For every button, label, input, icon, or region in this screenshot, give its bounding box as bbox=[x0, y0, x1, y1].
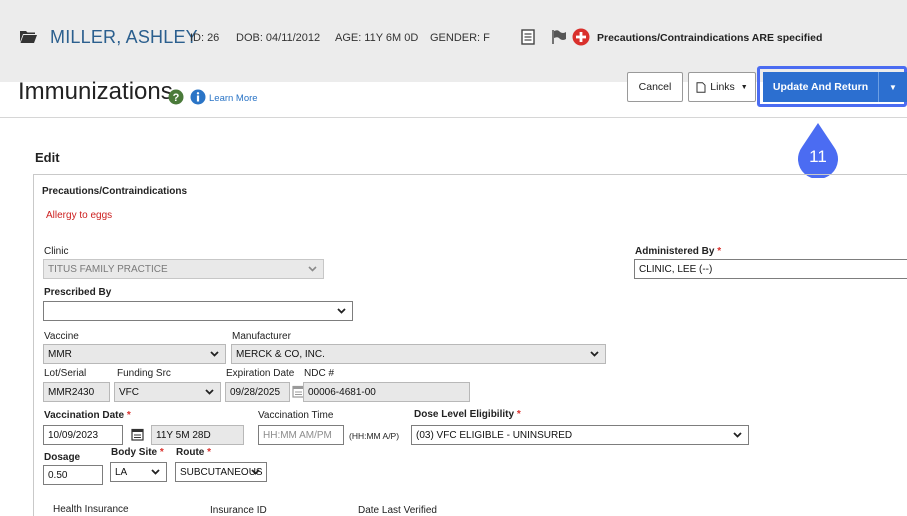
document-icon[interactable] bbox=[521, 29, 535, 45]
funding-src-select[interactable]: VFC bbox=[114, 382, 221, 402]
clinic-select: TITUS FAMILY PRACTICE bbox=[43, 259, 324, 279]
flag-icon[interactable] bbox=[551, 29, 567, 45]
vaccination-time-label: Vaccination Time bbox=[258, 410, 334, 421]
precautions-notice: Precautions/Contraindications ARE specif… bbox=[597, 32, 823, 44]
help-icon[interactable]: ? bbox=[168, 89, 184, 105]
chevron-down-icon bbox=[590, 351, 599, 357]
manufacturer-select[interactable]: MERCK & CO, INC. bbox=[231, 344, 606, 364]
clinic-label: Clinic bbox=[44, 246, 69, 257]
precautions-heading: Precautions/Contraindications bbox=[42, 186, 188, 197]
dosage-field[interactable]: 0.50 bbox=[43, 465, 103, 485]
precautions-alert-icon[interactable] bbox=[572, 28, 590, 46]
vaccine-label: Vaccine bbox=[44, 331, 79, 342]
route-label: Route * bbox=[176, 447, 212, 458]
date-last-verified-label: Date Last Verified bbox=[358, 505, 437, 516]
manufacturer-label: Manufacturer bbox=[232, 331, 291, 342]
prescribed-by-select[interactable] bbox=[43, 301, 353, 321]
administered-by-field[interactable]: CLINIC, LEE (--) bbox=[634, 259, 907, 279]
funding-src-label: Funding Src bbox=[117, 368, 171, 379]
expiration-date-label: Expiration Date bbox=[226, 368, 295, 379]
patient-id: ID: 26 bbox=[190, 32, 220, 44]
patient-gender: GENDER: F bbox=[430, 32, 490, 44]
cancel-button[interactable]: Cancel bbox=[627, 72, 683, 102]
route-select[interactable]: SUBCUTANEOUS bbox=[175, 462, 267, 482]
health-insurance-label: Health Insurance bbox=[53, 504, 129, 515]
body-site-select[interactable]: LA bbox=[110, 462, 167, 482]
time-format-hint: (HH:MM A/P) bbox=[349, 431, 400, 441]
patient-name[interactable]: MILLER, ASHLEY bbox=[50, 27, 198, 48]
step-badge: 11 bbox=[798, 123, 838, 178]
patient-age: AGE: 11Y 6M 0D bbox=[335, 32, 419, 44]
administered-by-label: Administered By * bbox=[635, 246, 722, 257]
learn-more-link[interactable]: Learn More bbox=[209, 93, 258, 104]
info-icon[interactable] bbox=[190, 89, 206, 105]
links-label: Links bbox=[710, 81, 735, 93]
chevron-down-icon bbox=[251, 469, 260, 475]
expiration-date-field[interactable]: 09/28/2025 bbox=[225, 382, 290, 402]
lot-serial-label: Lot/Serial bbox=[44, 368, 87, 379]
chevron-down-icon bbox=[308, 266, 317, 272]
chevron-down-icon bbox=[733, 432, 742, 438]
dosage-label: Dosage bbox=[44, 452, 81, 463]
body-site-label: Body Site * bbox=[111, 447, 164, 458]
lot-serial-field[interactable]: MMR2430 bbox=[43, 382, 110, 402]
vaccination-date-field[interactable]: 10/09/2023 bbox=[43, 425, 123, 445]
insurance-id-label: Insurance ID bbox=[210, 505, 267, 516]
vaccination-time-input[interactable]: HH:MM AM/PM bbox=[258, 425, 344, 445]
document-icon bbox=[696, 81, 706, 93]
svg-text:?: ? bbox=[173, 92, 180, 104]
dose-level-label: Dose Level Eligibility * bbox=[414, 409, 521, 420]
update-and-return-button[interactable]: Update And Return ▼ bbox=[763, 72, 907, 102]
vaccine-select[interactable]: MMR bbox=[43, 344, 226, 364]
prescribed-by-label: Prescribed By bbox=[44, 287, 112, 298]
chevron-down-icon bbox=[205, 389, 214, 395]
age-at-vaccination: 11Y 5M 28D bbox=[151, 425, 244, 445]
allergy-text: Allergy to eggs bbox=[46, 210, 113, 221]
folder-icon bbox=[20, 31, 37, 43]
dose-level-select[interactable]: (03) VFC ELIGIBLE - UNINSURED bbox=[411, 425, 749, 445]
chevron-down-icon bbox=[151, 469, 160, 475]
caret-down-icon: ▼ bbox=[740, 83, 748, 91]
links-dropdown-button[interactable]: Links ▼ bbox=[688, 72, 756, 102]
calendar-icon[interactable] bbox=[131, 428, 144, 441]
chevron-down-icon bbox=[337, 308, 346, 314]
ndc-field[interactable]: 00006-4681-00 bbox=[303, 382, 470, 402]
update-and-return-label: Update And Return bbox=[772, 81, 869, 93]
vaccination-date-label: Vaccination Date * bbox=[44, 410, 131, 421]
patient-dob: DOB: 04/11/2012 bbox=[236, 32, 321, 44]
page-title: Immunizations bbox=[18, 78, 173, 105]
update-options-caret-icon[interactable]: ▼ bbox=[879, 83, 907, 92]
edit-heading: Edit bbox=[35, 150, 60, 165]
ndc-label: NDC # bbox=[304, 368, 335, 379]
chevron-down-icon bbox=[210, 351, 219, 357]
svg-text:11: 11 bbox=[809, 147, 827, 166]
